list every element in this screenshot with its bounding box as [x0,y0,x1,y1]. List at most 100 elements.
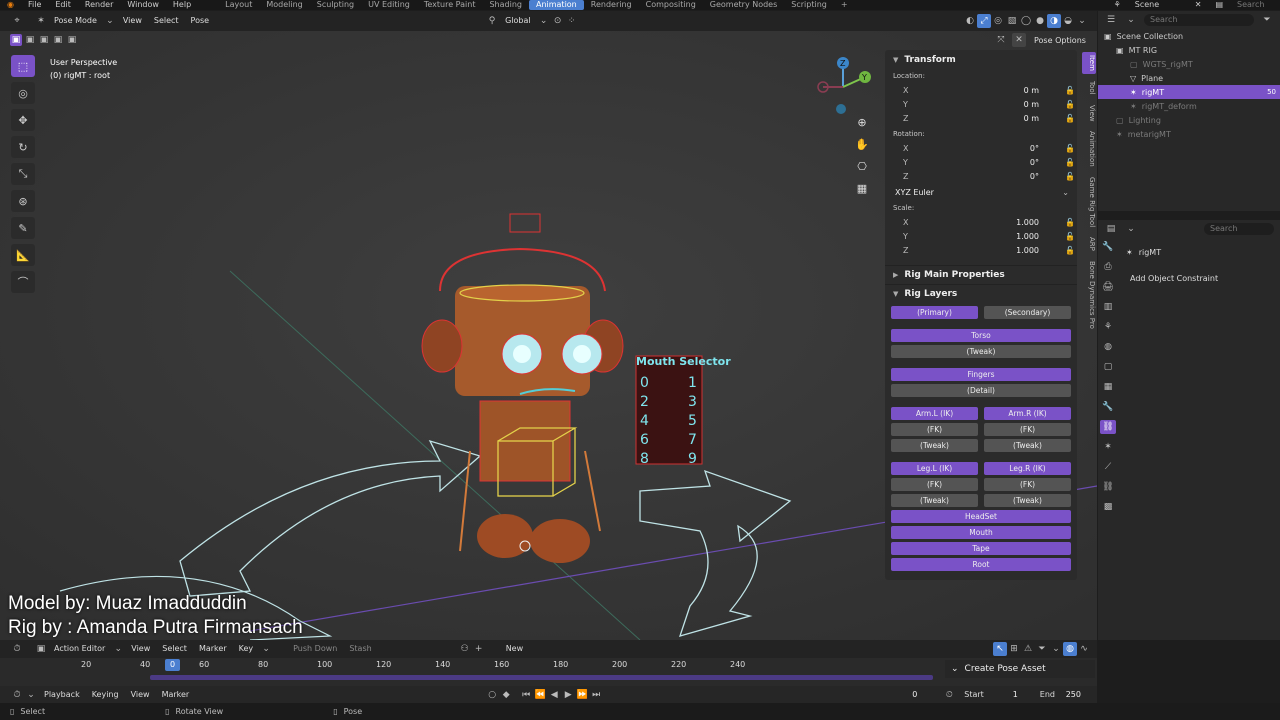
lock-icon[interactable]: 🔓 [1065,218,1077,227]
rig-main-properties-header[interactable]: ▶ Rig Main Properties [885,265,1077,284]
visibility-icon[interactable]: ◐ [963,14,977,28]
scene-icon[interactable]: ⚘ [1107,0,1128,10]
jump-next-key-icon[interactable]: ⏩ [575,688,589,702]
mode-select[interactable]: Pose Mode [48,11,103,31]
outliner-item[interactable]: ▢ Lighting [1098,113,1280,127]
layer-leg-r-tweak-button[interactable]: (Tweak) [984,494,1071,507]
lock-icon[interactable]: 🔓 [1065,246,1077,255]
location-x-field[interactable]: 0 m [913,85,1059,95]
orientation-chevron-down-icon[interactable]: ⌄ [537,14,551,28]
xray-icon[interactable]: ▧ [1005,14,1019,28]
outliner-item[interactable]: ✶ rigMT_deform [1098,99,1280,113]
action-browse-icon[interactable]: ⚇ [458,642,472,656]
tab-animation-side[interactable]: Animation [1082,128,1096,170]
menu-render[interactable]: Render [78,0,120,10]
only-errors-icon[interactable]: ⚠ [1021,642,1035,656]
xray-bones-icon[interactable]: ✕ [1012,33,1026,47]
select-tool-icon[interactable]: ⬚ [11,55,35,77]
tab-animation[interactable]: Animation [528,0,584,10]
outliner-item[interactable]: ▢ WGTS_rigMT [1098,57,1280,71]
frame-ruler[interactable]: 20 40 60 80 100 120 140 160 180 200 220 240 [81,659,940,672]
tab-arp[interactable]: ARP [1082,234,1096,254]
layer-leg-l-ik-button[interactable]: Leg.L (IK) [891,462,978,475]
shading-material-icon[interactable]: ◑ [1047,14,1061,28]
show-hidden-icon[interactable]: ⊞ [1007,642,1021,656]
timeline-editor-icon[interactable]: ⏱ [10,642,24,656]
layer-leg-l-fk-button[interactable]: (FK) [891,478,978,491]
move-tool-icon[interactable]: ✥ [11,109,35,131]
view-layer-search[interactable]: Search [1230,0,1280,10]
timeline-menu-key[interactable]: Key [233,639,260,659]
playback-marker-menu[interactable]: Marker [156,686,196,703]
tab-geometry-nodes[interactable]: Geometry Nodes [703,0,784,10]
tab-compositing[interactable]: Compositing [639,0,703,10]
rotation-mode-select[interactable]: XYZ Euler [893,188,1062,197]
collection-props-icon[interactable]: ▢ [1100,360,1116,374]
shading-solid-icon[interactable]: ● [1033,14,1047,28]
layer-leg-r-fk-button[interactable]: (FK) [984,478,1071,491]
location-y-field[interactable]: 0 m [913,99,1059,109]
annotate-tool-icon[interactable]: ✎ [11,217,35,239]
scale-x-field[interactable]: 1.000 [913,217,1059,227]
mode-chevron-down-icon[interactable]: ⌄ [103,14,117,28]
gizmo-toggle-icon[interactable]: ⤢ [977,14,991,28]
lock-icon[interactable]: 🔓 [1065,158,1077,167]
zoom-icon[interactable]: ⊕ [853,115,871,129]
outliner-item[interactable]: ✶ rigMT 50 [1098,85,1280,99]
tab-sculpting[interactable]: Sculpting [310,0,361,10]
only-selected-icon[interactable]: ↖ [993,642,1007,656]
outliner-item[interactable]: ▣ MT RIG [1098,43,1280,57]
transform-affect-icon[interactable]: ⤧ [994,33,1008,47]
keying-menu[interactable]: Keying [86,686,125,703]
layer-fingers-button[interactable]: Fingers [891,368,1071,381]
lock-icon[interactable]: 🔓 [1065,114,1077,123]
rotation-y-field[interactable]: 0° [913,157,1059,167]
navigation-gizmo[interactable]: Z Y [815,55,875,117]
layer-fingers-detail-button[interactable]: (Detail) [891,384,1071,397]
start-frame-field[interactable]: 1 [984,690,1018,699]
lock-icon[interactable]: 🔓 [1065,144,1077,153]
overlay-toggle-icon[interactable]: ◎ [991,14,1005,28]
lock-icon[interactable]: 🔓 [1065,232,1077,241]
new-action-button[interactable]: New [500,639,529,659]
mode-icon[interactable]: ✶ [34,14,48,28]
outliner-search[interactable]: Search [1144,14,1254,26]
view-layer-icon[interactable]: ▤ [1208,0,1230,10]
select-subtract-icon[interactable]: ▣ [38,34,50,46]
end-frame-field[interactable]: 250 [1055,690,1081,699]
transform-panel-header[interactable]: ▼ Transform [885,50,1077,69]
world-props-icon[interactable]: ◍ [1100,340,1116,354]
playback-editor-icon[interactable]: ⏱ [10,688,24,702]
layer-torso-button[interactable]: Torso [891,329,1071,342]
layer-torso-tweak-button[interactable]: (Tweak) [891,345,1071,358]
outliner-item[interactable]: ▽ Plane [1098,71,1280,85]
playback-chevron-icon[interactable]: ⌄ [24,688,38,702]
layer-arm-r-tweak-button[interactable]: (Tweak) [984,439,1071,452]
measure-tool-icon[interactable]: 📐 [11,244,35,266]
layer-arm-r-ik-button[interactable]: Arm.R (IK) [984,407,1071,420]
scale-y-field[interactable]: 1.000 [913,231,1059,241]
current-frame-indicator[interactable]: 0 [165,659,180,671]
tab-item[interactable]: Item [1082,52,1096,74]
jump-prev-key-icon[interactable]: ⏪ [533,688,547,702]
scene-name[interactable]: Scene [1128,0,1188,10]
editor-type-icon[interactable]: ⌖ [10,14,24,28]
menu-help[interactable]: Help [166,0,198,10]
outliner-filter-icon[interactable]: ⌄ [1124,13,1138,27]
auto-key-icon[interactable]: ○ [485,688,499,702]
new-action-plus-icon[interactable]: + [472,642,486,656]
tab-layout[interactable]: Layout [218,0,259,10]
preview-range-icon[interactable]: ⏲ [942,688,956,702]
add-object-constraint-button[interactable]: Add Object Constraint [1126,274,1271,283]
menu-select[interactable]: Select [148,11,185,31]
jump-start-icon[interactable]: ⏮ [519,688,533,702]
layer-secondary-button[interactable]: (Secondary) [984,306,1071,319]
output-props-icon[interactable]: 🖨 [1100,280,1116,294]
timeline-menu-marker[interactable]: Marker [193,639,233,659]
properties-search[interactable]: Search [1204,223,1274,235]
select-invert-icon[interactable]: ▣ [52,34,64,46]
editor-mode-chevron-icon[interactable]: ⌄ [111,642,125,656]
properties-editor-icon[interactable]: ▤ [1104,222,1118,236]
outliner-funnel-icon[interactable]: ⏷ [1260,13,1274,27]
tab-shading[interactable]: Shading [482,0,529,10]
